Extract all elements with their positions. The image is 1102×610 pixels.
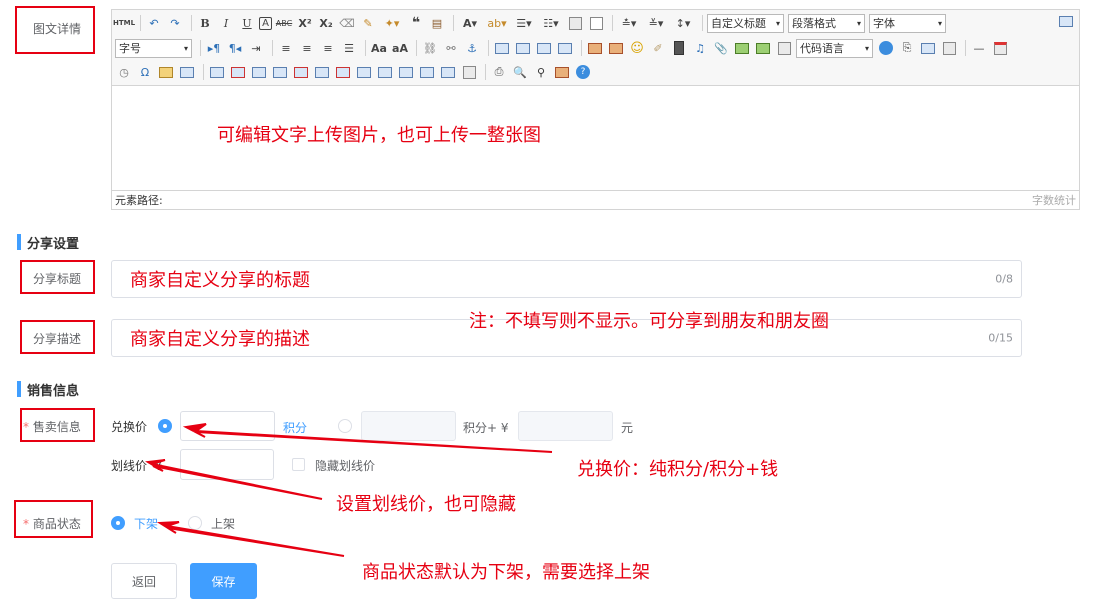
- arrow-status: [156, 521, 345, 557]
- status-annotation: 商品状态默认为下架，需要选择上架: [362, 562, 650, 583]
- arrow-exchange: [182, 423, 553, 453]
- annotation-arrows: [144, 423, 553, 557]
- strike-annotation: 设置划线价，也可隐藏: [336, 494, 516, 515]
- arrow-strike: [144, 459, 323, 500]
- exchange-annotation: 兑换价：纯积分/积分+钱: [577, 459, 779, 480]
